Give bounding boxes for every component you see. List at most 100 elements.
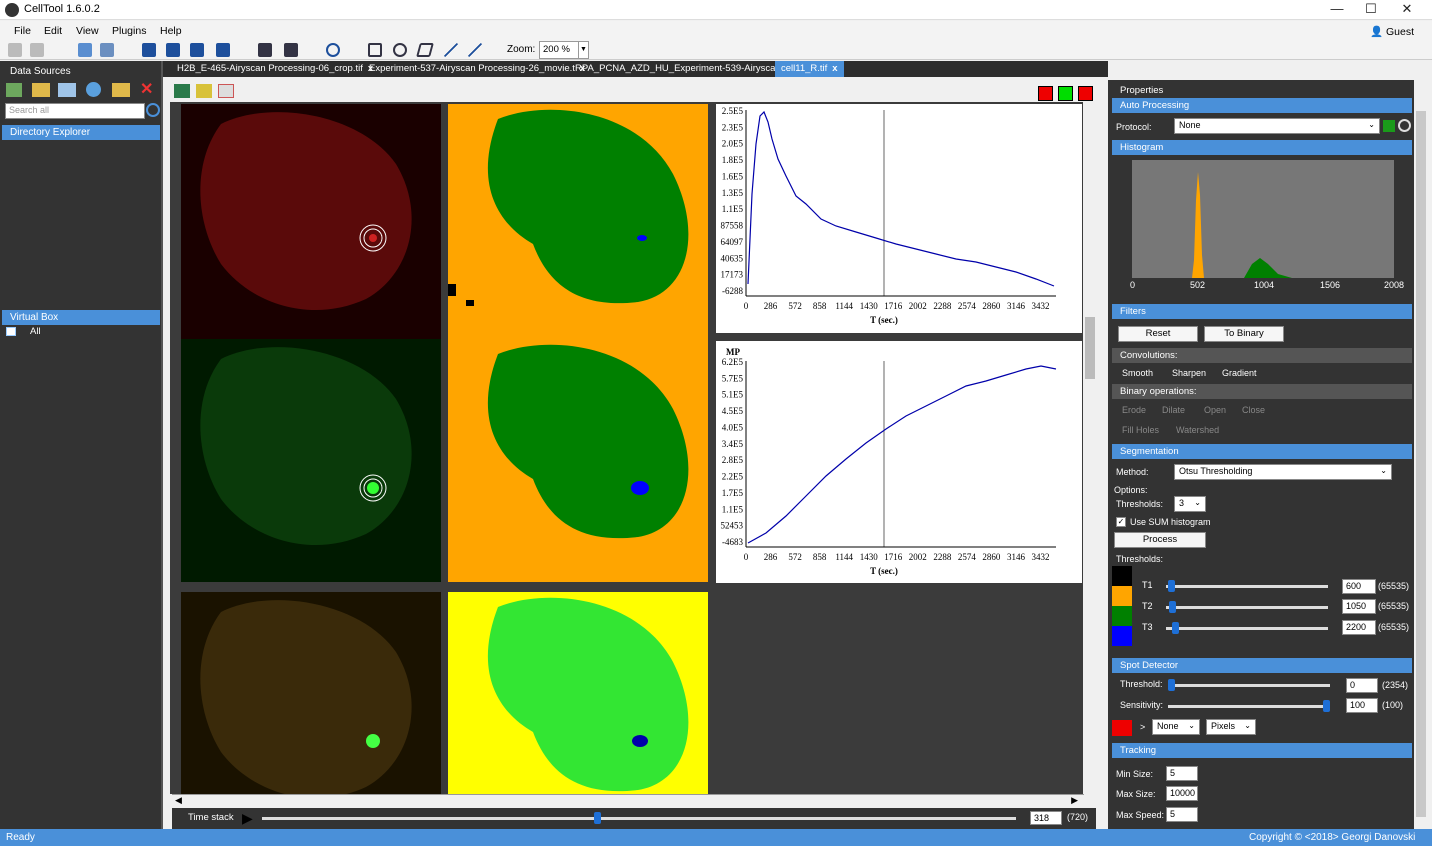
export-icon[interactable]	[216, 43, 230, 57]
use-sum-checkbox[interactable]: ✓	[1116, 517, 1126, 527]
time-slider-thumb[interactable]	[593, 812, 601, 824]
save-as-icon[interactable]	[166, 43, 180, 57]
minimize-button[interactable]: —	[1320, 0, 1354, 20]
line-tool-icon[interactable]	[444, 43, 458, 57]
sharpen-button[interactable]: Sharpen	[1172, 368, 1206, 378]
viewer-horizontal-scrollbar[interactable]: ◀ ▶	[172, 794, 1084, 808]
drive-icon[interactable]	[58, 83, 76, 97]
method-select[interactable]: Otsu Thresholding ⌄	[1174, 464, 1392, 480]
watershed-button[interactable]: Watershed	[1176, 425, 1219, 435]
tab-rpa-pcna[interactable]: RPA_PCNA_AZD_HU_Experiment-539-Airyscarx	[569, 61, 795, 77]
threshold-color-background[interactable]	[1112, 626, 1132, 646]
segmentation-header[interactable]: Segmentation	[1112, 444, 1412, 459]
intensity-plot-2[interactable]: MP 6.2E5 5.7E5 5.1E5 4.5E5 4.0E5 3.4E5 2.8E5 2.…	[716, 341, 1082, 583]
t3-input[interactable]: 2200	[1342, 620, 1376, 635]
spot-threshold-thumb[interactable]	[1168, 679, 1175, 691]
gradient-button[interactable]: Gradient	[1222, 368, 1257, 378]
user-account[interactable]: 👤 Guest	[1370, 25, 1414, 38]
polygon-tool-icon[interactable]	[416, 43, 434, 57]
threshold-color-t1[interactable]	[1112, 566, 1132, 586]
thresholds-count-select[interactable]: 3 ⌄	[1174, 496, 1206, 512]
t1-input[interactable]: 600	[1342, 579, 1376, 594]
menu-edit[interactable]: Edit	[44, 25, 62, 37]
tracking-header[interactable]: Tracking	[1112, 743, 1412, 758]
image-edit-icon[interactable]	[196, 84, 212, 98]
close-button[interactable]: ✕	[1390, 0, 1424, 20]
folder-icon[interactable]	[32, 83, 50, 97]
spot-unit-select[interactable]: Pixels ⌄	[1206, 719, 1256, 735]
viewer-vertical-scrollbar[interactable]	[1083, 102, 1097, 794]
filters-header[interactable]: Filters	[1112, 304, 1412, 319]
ellipse-tool-icon[interactable]	[393, 43, 407, 57]
time-frame-input[interactable]: 318	[1030, 811, 1062, 825]
spot-threshold-slider[interactable]	[1168, 684, 1330, 687]
protocol-select[interactable]: None ⌄	[1174, 118, 1380, 134]
t3-slider[interactable]	[1166, 627, 1328, 630]
histogram-header[interactable]: Histogram	[1112, 140, 1412, 155]
import-icon[interactable]	[100, 43, 114, 57]
network-icon[interactable]	[86, 82, 101, 97]
zoom-select[interactable]: 200 % ▼	[539, 41, 589, 59]
red-channel-toggle[interactable]	[1038, 86, 1053, 101]
t1-slider-thumb[interactable]	[1167, 580, 1175, 592]
process-button[interactable]: Process	[1114, 532, 1206, 548]
gear-icon[interactable]	[1398, 119, 1411, 132]
t2-input[interactable]: 1050	[1342, 599, 1376, 614]
to-binary-button[interactable]: To Binary	[1204, 326, 1284, 342]
dilate-button[interactable]: Dilate	[1162, 405, 1185, 415]
menu-plugins[interactable]: Plugins	[112, 25, 146, 37]
rectangle-tool-icon[interactable]	[368, 43, 382, 57]
search-input[interactable]: Search all	[5, 103, 145, 119]
threshold-color-t2[interactable]	[1112, 586, 1132, 606]
magic-wand-icon[interactable]	[468, 43, 482, 57]
segmented-image-1[interactable]	[448, 104, 708, 347]
sensitivity-thumb[interactable]	[1323, 700, 1330, 712]
fill-holes-button[interactable]: Fill Holes	[1122, 425, 1159, 435]
max-size-input[interactable]: 10000	[1166, 786, 1198, 801]
t2-slider[interactable]	[1166, 606, 1328, 609]
scroll-thumb[interactable]	[1416, 111, 1426, 817]
spot-mode-select[interactable]: None ⌄	[1152, 719, 1200, 735]
virtual-box-all-item[interactable]: All	[30, 326, 41, 337]
intensity-plot-1[interactable]: 2.5E5 2.3E5 2.0E5 1.8E5 1.6E5 1.3E5 1.1E5 87558…	[716, 104, 1082, 333]
crop-icon[interactable]	[258, 43, 272, 57]
scroll-right-icon[interactable]: ▶	[1071, 795, 1078, 806]
min-size-input[interactable]: 5	[1166, 766, 1198, 781]
tab-experiment-537[interactable]: Experiment-537-Airyscan Processing-26_mo…	[363, 61, 591, 77]
overlay-image[interactable]	[181, 592, 441, 794]
search-icon[interactable]	[146, 103, 160, 117]
tab-cell11[interactable]: cell11_R.tif x	[775, 61, 844, 77]
max-speed-input[interactable]: 5	[1166, 807, 1198, 822]
folder-info-icon[interactable]	[112, 83, 130, 97]
play-icon[interactable]: ▶	[242, 810, 253, 827]
t1-slider[interactable]	[1166, 585, 1328, 588]
green-channel-toggle[interactable]	[1058, 86, 1073, 101]
histogram-chart[interactable]	[1132, 160, 1394, 278]
reset-button[interactable]: Reset	[1118, 326, 1198, 342]
segmented-image-3[interactable]	[448, 592, 708, 794]
target-icon[interactable]	[326, 43, 340, 57]
t2-slider-thumb[interactable]	[1168, 601, 1176, 613]
close-op-button[interactable]: Close	[1242, 405, 1265, 415]
auto-processing-header[interactable]: Auto Processing	[1112, 98, 1412, 113]
save-icon[interactable]	[142, 43, 156, 57]
spot-color[interactable]	[1112, 720, 1132, 736]
red-channel-image[interactable]	[181, 104, 441, 347]
move-icon[interactable]	[284, 43, 298, 57]
sensitivity-slider[interactable]	[1168, 705, 1330, 708]
close-icon[interactable]: x	[832, 63, 837, 74]
sensitivity-input[interactable]: 100	[1346, 698, 1378, 713]
overlay-channel-toggle[interactable]	[1078, 86, 1093, 101]
spot-threshold-input[interactable]: 0	[1346, 678, 1378, 693]
maximize-button[interactable]: ☐	[1354, 0, 1388, 20]
delete-icon[interactable]: ✕	[140, 79, 153, 99]
smooth-button[interactable]: Smooth	[1122, 368, 1153, 378]
scroll-thumb[interactable]	[1085, 317, 1095, 379]
time-slider[interactable]	[262, 817, 1016, 820]
spot-detector-header[interactable]: Spot Detector	[1112, 658, 1412, 673]
properties-scrollbar[interactable]	[1414, 97, 1428, 829]
image-viewer[interactable]: 2.5E5 2.3E5 2.0E5 1.8E5 1.6E5 1.3E5 1.1E5 87558…	[170, 102, 1083, 794]
add-source-icon[interactable]	[6, 83, 22, 97]
segmented-image-2[interactable]	[448, 339, 708, 582]
new-icon[interactable]	[78, 43, 92, 57]
